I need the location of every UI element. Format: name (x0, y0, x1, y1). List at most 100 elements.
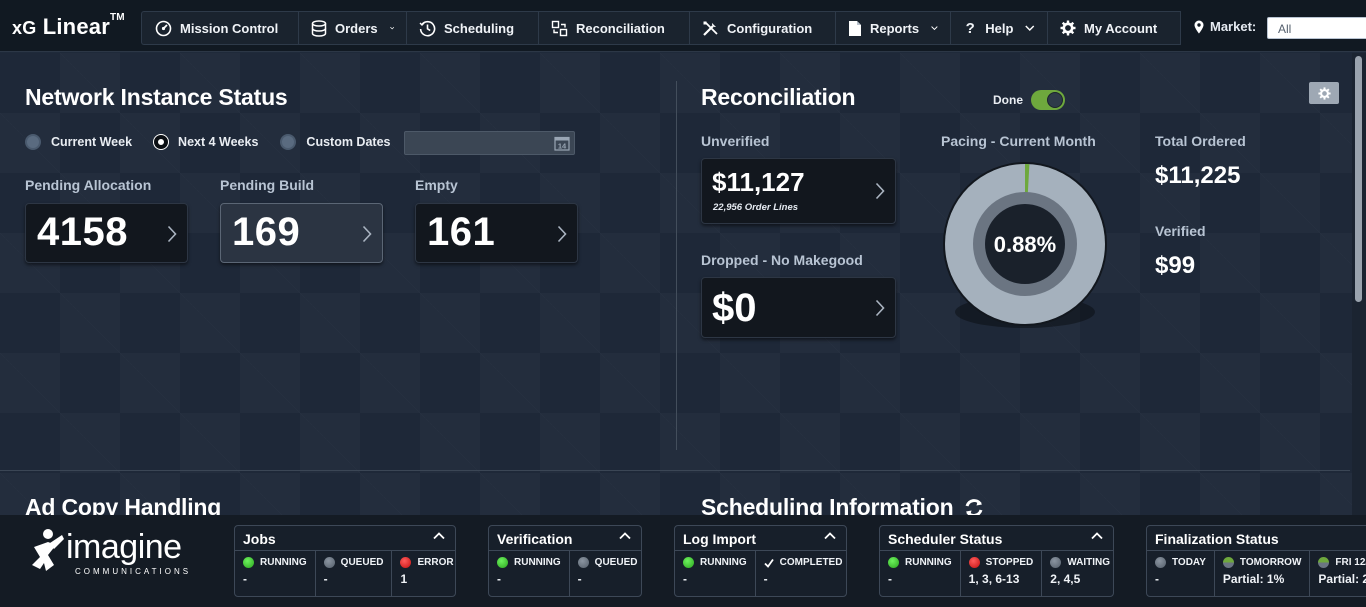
verification-running-cell[interactable]: RUNNING - (489, 551, 570, 596)
main-menu: Mission Control Orders Scheduling Reconc… (141, 11, 1181, 45)
scrollbar-thumb[interactable] (1355, 56, 1362, 302)
panel-title: Finalization Status (1155, 531, 1279, 547)
cell-value: - (577, 572, 582, 586)
calendar-icon[interactable]: 14 (554, 135, 570, 151)
cell-label: RUNNING (260, 557, 307, 568)
clock-history-icon (419, 19, 436, 37)
radio-button[interactable] (25, 134, 41, 150)
chevron-up-icon[interactable] (1091, 532, 1103, 540)
cell-value: 1 (400, 572, 408, 586)
gear-icon (1060, 19, 1076, 37)
custom-date-field[interactable]: 14 (404, 131, 575, 155)
nav-scheduling[interactable]: Scheduling (406, 11, 538, 45)
chevron-right-icon (167, 225, 177, 243)
document-icon (848, 19, 862, 37)
jobs-queued-cell[interactable]: QUEUED - (316, 551, 393, 596)
verified-value: $99 (1155, 252, 1196, 279)
panel-title: Jobs (243, 531, 276, 547)
status-dot-green (683, 557, 694, 568)
pacing-donut-chart: 0.88% (943, 162, 1107, 328)
log-import-running-cell[interactable]: RUNNING - (675, 551, 756, 596)
chevron-up-icon[interactable] (824, 532, 836, 540)
unverified-value: $11,127 (712, 167, 805, 197)
nav-label: Orders (335, 20, 378, 36)
log-import-panel: Log Import RUNNING - COMPLETED - (674, 525, 847, 597)
market-select[interactable]: All (1267, 17, 1366, 39)
pending-allocation-label: Pending Allocation (25, 177, 152, 193)
log-import-completed-cell[interactable]: COMPLETED - (756, 551, 846, 596)
scheduler-status-panel: Scheduler Status RUNNING - STOPPED 1, 3,… (879, 525, 1114, 597)
pending-build-card[interactable]: 169 (220, 203, 383, 263)
log-import-panel-header[interactable]: Log Import (675, 526, 846, 551)
cell-label: QUEUED (340, 557, 384, 568)
radio-button[interactable] (280, 134, 297, 150)
status-dot-partial (1318, 557, 1330, 568)
cell-value: - (1155, 572, 1159, 586)
status-dot-green (888, 557, 899, 568)
finalization-today-cell[interactable]: TODAY - (1147, 551, 1215, 596)
chevron-down-icon (931, 26, 938, 31)
scheduler-stopped-cell[interactable]: STOPPED 1, 3, 6-13 (961, 551, 1043, 596)
nav-my-account[interactable]: My Account (1047, 11, 1181, 45)
reconcile-icon (551, 19, 568, 37)
verification-queued-cell[interactable]: QUEUED - (570, 551, 641, 596)
total-ordered-label: Total Ordered (1155, 133, 1246, 149)
empty-label: Empty (415, 177, 458, 193)
brand-trademark: TM (109, 12, 125, 23)
chevron-up-icon[interactable] (433, 532, 445, 540)
nav-reconciliation[interactable]: Reconciliation (538, 11, 689, 45)
radio-label: Next 4 Weeks (178, 135, 259, 149)
chevron-up-icon[interactable] (619, 532, 631, 540)
panel-title: Scheduler Status (888, 531, 1003, 547)
nav-orders[interactable]: Orders (298, 11, 406, 45)
nav-mission-control[interactable]: Mission Control (141, 11, 298, 45)
empty-card[interactable]: 161 (415, 203, 578, 263)
cell-label: TODAY (1172, 557, 1206, 568)
finalization-friday-cell[interactable]: FRI 12/ Partial: 2% (1310, 551, 1366, 596)
scheduler-running-cell[interactable]: RUNNING - (880, 551, 961, 596)
status-dot-red (400, 557, 412, 568)
verification-panel-header[interactable]: Verification (489, 526, 641, 551)
chevron-down-icon (1025, 25, 1035, 31)
app-brand[interactable]: xG LinearTM (12, 12, 125, 40)
scheduler-waiting-cell[interactable]: WAITING 2, 4,5 (1042, 551, 1113, 596)
cell-label: ERROR (417, 557, 454, 568)
jobs-panel-header[interactable]: Jobs (235, 526, 455, 551)
scheduler-status-panel-header[interactable]: Scheduler Status (880, 526, 1113, 551)
radio-label: Current Week (51, 135, 133, 149)
nav-help[interactable]: ? Help (950, 11, 1047, 45)
nav-label: My Account (1084, 20, 1158, 36)
toggle-knob (1047, 92, 1063, 108)
finalization-tomorrow-cell[interactable]: TOMORROW Partial: 1% (1215, 551, 1311, 596)
radio-custom-dates[interactable]: Custom Dates (280, 134, 390, 150)
reconciliation-settings-button[interactable] (1309, 82, 1339, 104)
logo-tagline: COMMUNICATIONS (75, 567, 191, 576)
jobs-error-cell[interactable]: ERROR 1 (392, 551, 455, 596)
pending-allocation-card[interactable]: 4158 (25, 203, 188, 263)
pacing-value: 0.88% (994, 232, 1056, 257)
map-pin-icon (1194, 20, 1204, 33)
dropped-card[interactable]: $0 (701, 277, 896, 338)
brand-prefix: xG (12, 18, 37, 38)
cell-label: RUNNING (905, 557, 952, 568)
cell-value: - (888, 572, 892, 586)
jobs-running-cell[interactable]: RUNNING - (235, 551, 316, 596)
verified-label: Verified (1155, 223, 1206, 239)
nav-configuration[interactable]: Configuration (689, 11, 835, 45)
finalization-status-panel-header[interactable]: Finalization Status (1147, 526, 1366, 551)
cell-label: COMPLETED (779, 557, 843, 568)
gear-icon (1317, 86, 1331, 100)
radio-next-4-weeks[interactable]: Next 4 Weeks (154, 135, 258, 149)
cell-label: QUEUED (594, 557, 638, 568)
radio-current-week[interactable]: Current Week (25, 134, 132, 150)
radio-button-selected[interactable] (154, 135, 169, 149)
cell-value: 2, 4,5 (1050, 572, 1081, 586)
cell-label: FRI 12/ (1335, 557, 1366, 568)
unverified-label: Unverified (701, 133, 770, 149)
nav-label: Configuration (727, 20, 813, 36)
reconciliation-title: Reconciliation (701, 84, 856, 110)
done-toggle[interactable] (1031, 90, 1065, 110)
done-toggle-label: Done (993, 93, 1023, 107)
unverified-card[interactable]: $11,127 22,956 Order Lines (701, 158, 896, 224)
nav-reports[interactable]: Reports (835, 11, 950, 45)
